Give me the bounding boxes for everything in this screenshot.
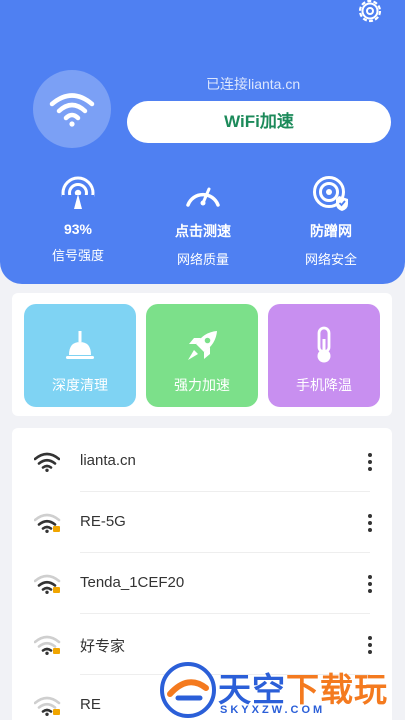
thermometer-icon [317, 326, 331, 363]
connected-network-text: 已连接lianta.cn [206, 76, 301, 92]
wifi-name: Tenda_1CEF20 [80, 574, 185, 591]
speed-test-stat[interactable]: 点击测速 网络质量 [148, 172, 258, 268]
more-options-icon[interactable] [362, 448, 378, 476]
broom-icon [66, 331, 94, 359]
signal-strength-stat[interactable]: 93% 信号强度 [23, 172, 133, 264]
wifi-list-item[interactable]: lianta.cn [12, 431, 392, 492]
speedometer-icon [186, 187, 220, 207]
gear-icon[interactable] [355, 0, 385, 26]
speed-test-value: 点击测速 [175, 223, 231, 239]
signal-icon [61, 176, 95, 211]
wifi-accelerate-button[interactable]: WiFi加速 [127, 101, 391, 143]
deep-clean-label: 深度清理 [52, 377, 108, 393]
header-panel: 已连接lianta.cn WiFi加速 93% 信号强度 点击测速 网络质量 防… [0, 0, 405, 284]
phone-cooling-label: 手机降温 [296, 377, 352, 393]
wifi-status-circle [33, 70, 111, 148]
watermark: 天空下载玩 SKYXZW.COM [160, 660, 405, 720]
more-options-icon[interactable] [362, 631, 378, 659]
wifi-name: RE-5G [80, 513, 126, 530]
anti-leech-value: 防蹭网 [310, 223, 352, 239]
tools-panel: 深度清理 强力加速 手机降温 [12, 293, 392, 416]
wifi-signal-icon [34, 452, 60, 472]
power-accelerate-label: 强力加速 [174, 377, 230, 393]
wifi-locked-icon [34, 513, 61, 533]
wifi-name: RE [80, 696, 101, 713]
wifi-icon [49, 93, 95, 127]
watermark-brand-part2: 下载玩 [286, 671, 388, 708]
rocket-icon [188, 331, 217, 360]
speed-test-label: 网络质量 [176, 252, 229, 267]
wifi-name: 好专家 [80, 638, 126, 655]
power-accelerate-button[interactable]: 强力加速 [146, 304, 258, 407]
anti-leech-label: 网络安全 [304, 252, 357, 267]
watermark-logo-icon [160, 662, 216, 718]
wifi-list-item[interactable]: RE-5G [12, 492, 392, 553]
phone-cooling-button[interactable]: 手机降温 [268, 304, 380, 407]
watermark-brand-part1: 天空 [218, 671, 286, 708]
wifi-locked-icon [34, 696, 61, 716]
wifi-name: lianta.cn [80, 452, 136, 469]
anti-leech-stat[interactable]: 防蹭网 网络安全 [276, 172, 386, 268]
wifi-list-item[interactable]: Tenda_1CEF20 [12, 553, 392, 614]
shield-wifi-icon [313, 176, 348, 211]
signal-strength-label: 信号强度 [51, 248, 104, 263]
signal-strength-value: 93% [63, 221, 93, 237]
wifi-locked-icon [34, 574, 61, 594]
more-options-icon[interactable] [362, 509, 378, 537]
more-options-icon[interactable] [362, 570, 378, 598]
wifi-locked-icon [34, 635, 61, 655]
deep-clean-button[interactable]: 深度清理 [24, 304, 136, 407]
watermark-domain: SKYXZW.COM [220, 704, 326, 716]
